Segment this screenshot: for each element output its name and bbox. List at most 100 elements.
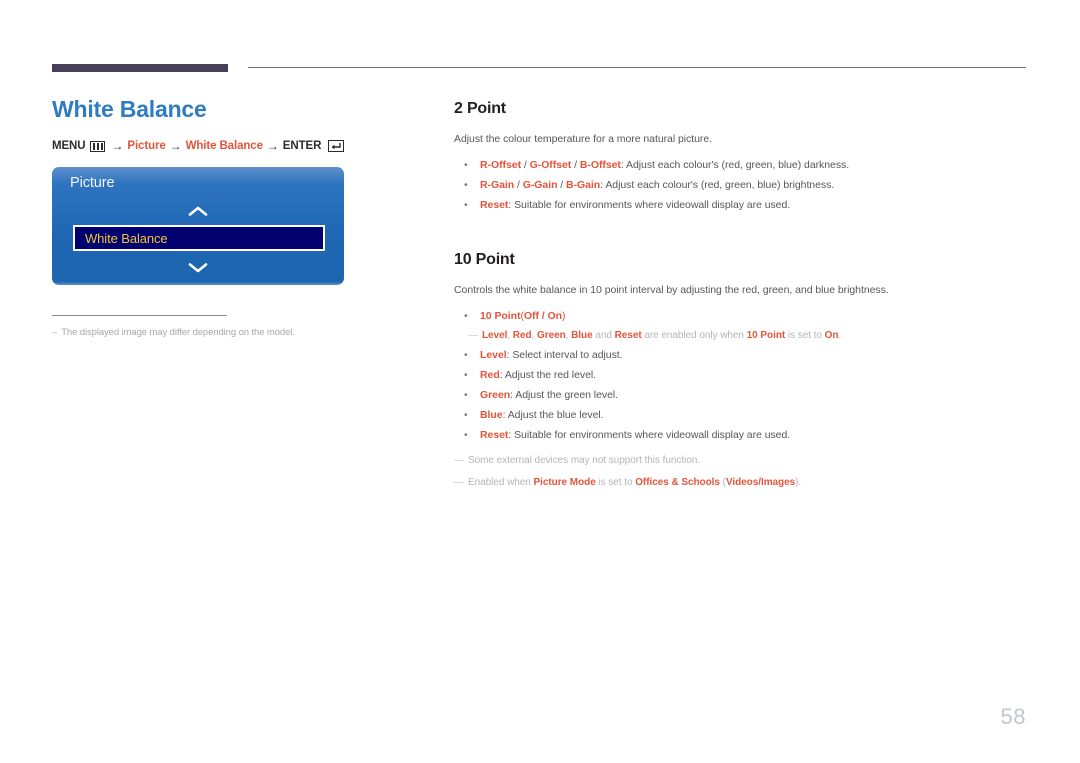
bullet-dot-icon: • [464,369,468,381]
bullet-key-1a: R-Offset [480,159,522,171]
right-column: 2 Point Adjust the colour temperature fo… [454,100,1034,493]
breadcrumb-item-white-balance[interactable]: White Balance [186,140,263,152]
bullet-key-reset: Reset [480,429,509,441]
footnote-text-line: – The displayed image may differ dependin… [52,327,295,338]
subnote-tail-2: is set to [785,330,825,341]
footnote-mid: is set to [595,477,636,488]
section-intro-2-point: Adjust the colour temperature for a more… [454,133,713,145]
subnote-kw-red: Red [512,330,532,341]
bullet-dot-icon: • [464,310,468,322]
list-item: • 10 Point(Off / On) [454,306,1034,326]
list-item: • Reset: Suitable for environments where… [454,425,1034,445]
footnote-external-devices-text: Some external devices may not support th… [468,455,700,466]
footnote-kw-picture-mode: Picture Mode [533,477,596,488]
footnote-picture-mode: — Enabled when Picture Mode is set to Off… [454,473,1034,493]
footnote-pre: Enabled when [468,477,534,488]
breadcrumb-arrow-3: → [266,139,279,153]
bullet-key-1b: G-Offset [529,159,572,171]
footnote-tail: ). [795,477,802,488]
footnote-body: The displayed image may differ depending… [61,327,295,338]
bullet-key-level: Level [480,349,507,361]
option-values-10-point: Off / On [523,310,562,322]
osd-selected-row-label: White Balance [85,230,168,246]
list-item: • Level: Select interval to adjust. [454,345,1034,365]
bullet-text-reset: : Suitable for environments where videow… [508,429,791,441]
subnote-kw-blue: Blue [571,330,593,341]
breadcrumb-arrow-1: → [111,139,124,153]
bullet-text-green: : Adjust the green level. [510,389,619,401]
bullet-sep: / [557,179,567,191]
bullet-dot-icon: • [464,429,468,441]
chevron-up-icon[interactable] [52,204,344,222]
subnote-kw-on: On [824,330,839,341]
bullet-dot-icon: • [464,389,468,401]
menu-grid-icon [90,140,106,152]
bullet-list-10-point: • Level: Select interval to adjust. • Re… [454,345,1034,445]
footnote-dash: — [454,455,464,466]
header-rule [248,67,1026,68]
bullet-dot-icon: • [464,199,468,211]
bullet-text-level: : Select interval to adjust. [506,349,623,361]
footnote-dash: — [454,477,464,488]
section-heading-10-point: 10 Point [454,251,515,268]
bullet-text-3: : Suitable for environments where videow… [508,199,791,211]
subnote-tail-3: . [838,330,842,341]
enter-label: ENTER [282,140,322,152]
header-accent-bar [52,64,228,72]
subnote-tail-1: are enabled only when [641,330,747,341]
bullet-text-1: : Adjust each colour's (red, green, blue… [620,159,850,171]
bullet-key-2a: R-Gain [480,179,515,191]
subnote-kw-reset: Reset [614,330,642,341]
bullet-dot-icon: • [464,349,468,361]
footnote-divider [52,315,227,316]
option-paren-close: ) [562,310,566,322]
osd-picture-panel: Picture White Balance [52,167,344,285]
bullet-list-10-point-option: • 10 Point(Off / On) [454,306,1034,326]
bullet-sep: / [571,159,580,171]
page-number: 58 [1000,704,1026,729]
bullet-key-3a: Reset [480,199,509,211]
footnote-kw-offices-schools: Offices & Schools [635,477,720,488]
enter-return-icon [328,140,345,152]
bullet-key-1c: B-Offset [579,159,621,171]
subnote-mid: and [592,330,615,341]
footnote-kw-videos-images: Videos/Images [725,477,796,488]
osd-selected-row[interactable]: White Balance [73,225,325,251]
bullet-text-blue: : Adjust the blue level. [502,409,604,421]
left-column: White Balance MENU → Picture → White Bal… [52,95,432,338]
osd-panel-title: Picture [70,175,115,191]
bullet-key-red: Red [480,369,500,381]
bullet-sep: / [514,179,523,191]
list-item: • Reset: Suitable for environments where… [454,195,1034,215]
section-heading-2-point: 2 Point [454,100,506,117]
bullet-text-2: : Adjust each colour's (red, green, blue… [600,179,835,191]
subnote-10-point-dependency: — Level, Red, Green, Blue and Reset are e… [454,326,1034,345]
list-item: • Red: Adjust the red level. [454,365,1034,385]
breadcrumb-arrow-2: → [169,139,182,153]
option-name-10-point: 10 Point [480,310,521,322]
footnote-dash: – [52,327,58,338]
page-title: White Balance [52,96,207,122]
subnote-kw-level: Level [482,330,508,341]
footnote-external-devices: — Some external devices may not support t… [454,451,1034,471]
bullet-key-2c: B-Gain [566,179,601,191]
menu-label: MENU [52,140,86,152]
breadcrumb-item-picture[interactable]: Picture [127,140,165,152]
bullet-dot-icon: • [464,159,468,171]
subnote-dash: — [468,330,478,341]
bullet-dot-icon: • [464,409,468,421]
bullet-key-2b: G-Gain [522,179,558,191]
chevron-down-icon[interactable] [52,261,344,279]
subnote-kw-10-point: 10 Point [746,330,786,341]
bullet-text-red: : Adjust the red level. [499,369,597,381]
left-footnote: – The displayed image may differ dependin… [52,315,295,338]
list-item: • Green: Adjust the green level. [454,385,1034,405]
bullet-list-2-point: • R-Offset / G-Offset / B-Offset: Adjust… [454,155,1034,215]
list-item: • Blue: Adjust the blue level. [454,405,1034,425]
section-intro-10-point: Controls the white balance in 10 point i… [454,284,889,296]
bullet-sep: / [521,159,530,171]
bullet-dot-icon: • [464,179,468,191]
list-item: • R-Gain / G-Gain / B-Gain: Adjust each … [454,175,1034,195]
subnote-kw-green: Green [537,330,566,341]
menu-path-breadcrumb: MENU → Picture → White Balance → ENTER [52,139,432,153]
